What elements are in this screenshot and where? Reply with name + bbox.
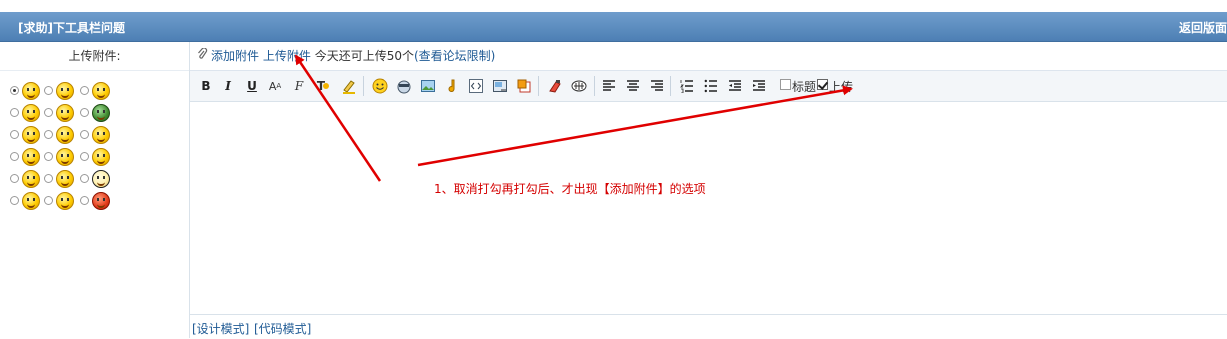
bold-icon[interactable]: B xyxy=(197,77,215,95)
add-attachment-link[interactable]: 添加附件 xyxy=(211,49,259,63)
sad-icon xyxy=(22,192,40,210)
emoticon-radio[interactable] xyxy=(44,174,53,183)
toolbar-separator xyxy=(363,76,364,96)
love-icon xyxy=(22,104,40,122)
emoticon-radio[interactable] xyxy=(10,86,19,95)
angry-icon xyxy=(22,170,40,188)
toolbar-separator xyxy=(594,76,595,96)
title-checkbox[interactable] xyxy=(780,79,791,90)
cool-icon xyxy=(92,170,110,188)
shocked-icon xyxy=(22,126,40,144)
crying-icon xyxy=(92,148,110,166)
link-icon[interactable] xyxy=(491,77,509,95)
ordered-list-icon[interactable] xyxy=(678,77,696,95)
emoticon-radio[interactable] xyxy=(44,86,53,95)
turtle-icon xyxy=(92,104,110,122)
editor-textarea[interactable] xyxy=(190,102,1227,314)
confused-icon xyxy=(92,126,110,144)
devil-icon xyxy=(92,192,110,210)
annotation-text: 1、取消打勾再打勾后、才出现【添加附件】的选项 xyxy=(434,182,706,196)
emoticon-radio[interactable] xyxy=(10,152,19,161)
view-limit-link[interactable]: (查看论坛限制) xyxy=(414,49,495,63)
emoticon-radio[interactable] xyxy=(10,174,19,183)
sleepy-icon xyxy=(56,82,74,100)
attachment-label: 上传附件: xyxy=(0,42,189,71)
emoticon-radio[interactable] xyxy=(10,108,19,117)
emoticon-radio[interactable] xyxy=(44,152,53,161)
upload-checkbox[interactable] xyxy=(817,79,828,90)
upload-checkbox-label: 上传 xyxy=(829,80,854,94)
flash-icon[interactable] xyxy=(443,77,461,95)
emoticon-radio[interactable] xyxy=(80,174,89,183)
table-icon[interactable] xyxy=(515,77,533,95)
toolbar-separator xyxy=(670,76,671,96)
align-left-icon[interactable] xyxy=(600,77,618,95)
code-icon[interactable] xyxy=(467,77,485,95)
quote-icon[interactable] xyxy=(570,77,588,95)
toolbar-separator xyxy=(538,76,539,96)
thread-title: [求助]下工具栏问题 xyxy=(18,21,125,35)
emoticon-radio[interactable] xyxy=(80,108,89,117)
code-mode-link[interactable]: [代码模式] xyxy=(254,320,311,337)
emoticon-radio[interactable] xyxy=(80,86,89,95)
emoticon-radio[interactable] xyxy=(10,196,19,205)
clear-format-icon[interactable] xyxy=(546,77,564,95)
text-color-icon[interactable]: T xyxy=(314,77,332,95)
media-icon[interactable] xyxy=(419,77,437,95)
editor-mode-bar: [设计模式] [代码模式] xyxy=(190,314,1227,339)
emoticon-radio[interactable] xyxy=(10,130,19,139)
emoticon-icon[interactable] xyxy=(371,77,389,95)
emoticon-radio[interactable] xyxy=(44,196,53,205)
paperclip-icon xyxy=(196,42,208,70)
emoticon-radio[interactable] xyxy=(80,196,89,205)
surprised-icon xyxy=(22,148,40,166)
design-mode-link[interactable]: [设计模式] xyxy=(192,320,249,337)
outdent-icon[interactable] xyxy=(726,77,744,95)
upload-attachment-link[interactable]: 上传附件 xyxy=(263,49,311,63)
underline-icon[interactable]: U xyxy=(243,77,261,95)
thread-titlebar: [求助]下工具栏问题 返回版面 xyxy=(0,12,1227,42)
unordered-list-icon[interactable] xyxy=(702,77,720,95)
emoticon-radio[interactable] xyxy=(80,152,89,161)
tongue-icon xyxy=(56,104,74,122)
font-face-icon[interactable]: AA xyxy=(266,77,284,95)
image-icon[interactable] xyxy=(395,77,413,95)
upload-quota-text: 今天还可上传50个 xyxy=(314,49,414,63)
attachment-row: 添加附件 上传附件 今天还可上传50个(查看论坛限制) xyxy=(190,42,1227,71)
emoticon-radio[interactable] xyxy=(44,130,53,139)
highlight-icon[interactable] xyxy=(340,77,358,95)
emoticon-radio[interactable] xyxy=(80,130,89,139)
grin-icon xyxy=(92,82,110,100)
emoticon-radio[interactable] xyxy=(44,108,53,117)
back-to-board-link[interactable]: 返回版面 xyxy=(1179,19,1227,36)
hammer-icon xyxy=(56,192,74,210)
title-checkbox-label: 标题 xyxy=(792,80,817,94)
indent-icon[interactable] xyxy=(750,77,768,95)
wink-icon xyxy=(56,170,74,188)
smile-icon xyxy=(22,82,40,100)
editor-toolbar: B I U AA F T 标题 上传 xyxy=(190,71,1227,102)
font-size-icon[interactable]: F xyxy=(290,77,308,95)
align-right-icon[interactable] xyxy=(648,77,666,95)
align-center-icon[interactable] xyxy=(624,77,642,95)
smirk-icon xyxy=(56,126,74,144)
italic-icon[interactable]: I xyxy=(219,77,237,95)
worried-icon xyxy=(56,148,74,166)
